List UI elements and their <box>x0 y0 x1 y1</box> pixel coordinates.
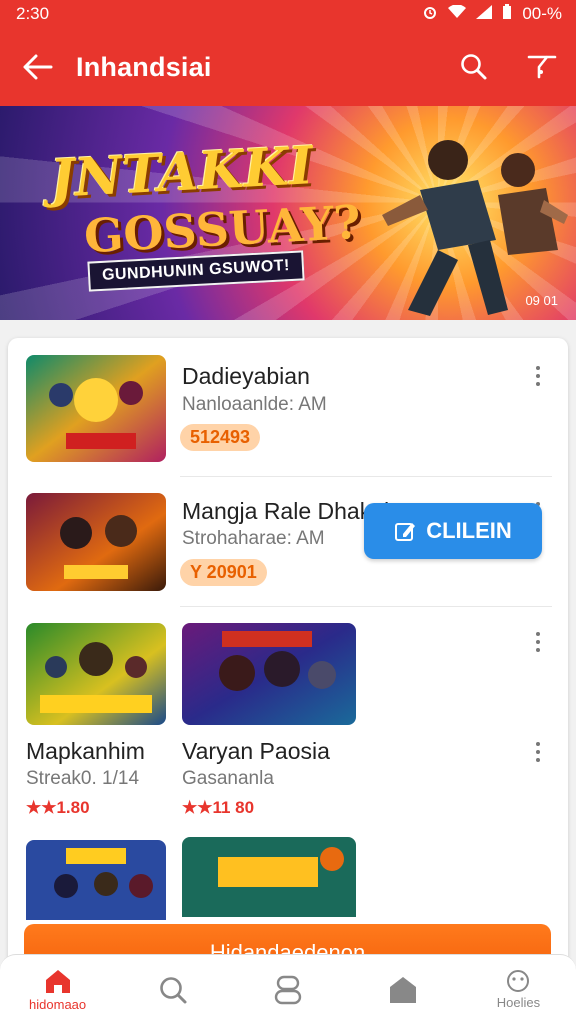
status-time: 2:30 <box>16 4 50 23</box>
banner-page-indicator: 09 01 <box>525 293 558 308</box>
back-arrow-icon <box>23 54 53 80</box>
filter-icon <box>527 55 557 79</box>
app-screen: 2:30 00-% Inhandsiai JNTAKKI GOSSUAY? GU… <box>0 0 576 1024</box>
game-thumbnail[interactable] <box>182 623 356 725</box>
status-bar: 2:30 00-% <box>0 0 576 28</box>
nav-notifications[interactable] <box>346 955 461 1024</box>
game-thumbnail[interactable] <box>182 837 356 917</box>
battery-percent: 00-% <box>522 4 562 23</box>
game-subtitle: Gasananla <box>182 768 274 789</box>
filter-button[interactable] <box>508 28 576 106</box>
nav-search[interactable] <box>115 955 230 1024</box>
alarm-icon <box>422 4 438 25</box>
search-icon <box>461 54 487 80</box>
game-thumbnail[interactable] <box>26 493 166 591</box>
notifications-icon <box>390 976 417 1003</box>
edit-icon <box>395 523 416 541</box>
rating: ★★11 80 <box>182 798 255 817</box>
game-title[interactable]: Varyan Paosia <box>182 738 330 765</box>
game-subtitle: Strohaharae: AM <box>182 528 325 549</box>
app-bar: Inhandsiai <box>0 28 576 106</box>
home-icon <box>45 970 70 993</box>
price-badge: Y 20901 <box>180 559 267 586</box>
rating: ★★1.80 <box>26 798 90 817</box>
divider <box>180 476 552 477</box>
page-title: Inhandsiai <box>76 51 212 82</box>
game-title[interactable]: Mapkanhim <box>26 738 145 765</box>
more-options-icon[interactable] <box>526 358 550 394</box>
game-thumbnail[interactable] <box>26 623 166 725</box>
nav-profile[interactable]: Hoelies <box>461 955 576 1024</box>
cta-label: CLILEIN <box>426 518 512 543</box>
search-icon <box>159 976 187 1003</box>
game-title[interactable]: Dadieyabian <box>182 363 310 390</box>
nav-library[interactable] <box>230 955 345 1024</box>
cta-button[interactable]: CLILEIN <box>364 503 542 559</box>
game-thumbnail[interactable] <box>26 355 166 462</box>
nav-home[interactable]: hidomaao <box>0 955 115 1024</box>
game-thumbnail[interactable] <box>26 840 166 920</box>
nav-profile-label: Hoelies <box>496 995 541 1010</box>
price-badge: 512493 <box>180 424 261 451</box>
more-options-icon[interactable] <box>526 624 550 660</box>
more-options-icon[interactable] <box>526 734 550 770</box>
profile-icon <box>507 970 530 992</box>
divider <box>180 606 552 607</box>
back-button[interactable] <box>0 28 76 106</box>
bottom-navigation: hidomaao Hoelies <box>0 954 576 1024</box>
promo-banner[interactable]: JNTAKKI GOSSUAY? GUNDHUNIN GSUWOT! 09 01 <box>0 106 576 320</box>
library-icon <box>274 975 302 1004</box>
game-subtitle: Streak0. 1/14 <box>26 768 140 789</box>
search-button[interactable] <box>440 28 508 106</box>
game-list-card: Dadieyabian Nanloaanlde: AM 512493 Mangj… <box>8 338 568 978</box>
battery-icon <box>502 3 512 25</box>
game-subtitle: Nanloaanlde: AM <box>182 394 327 415</box>
wifi-icon <box>448 4 467 24</box>
banner-heroes-illustration <box>382 140 568 316</box>
nav-home-label: hidomaao <box>29 997 87 1012</box>
signal-icon <box>476 4 493 24</box>
